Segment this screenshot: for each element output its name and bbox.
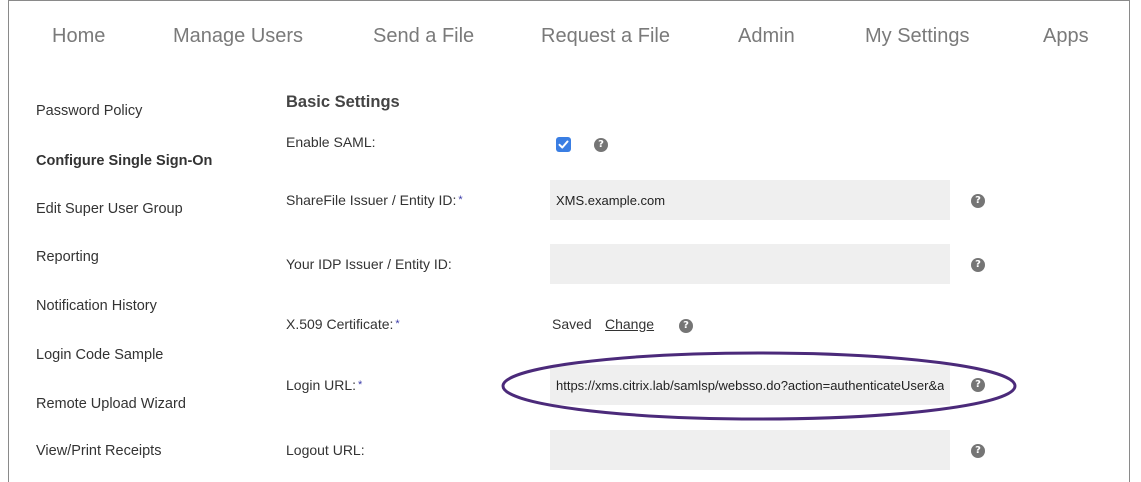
help-icon[interactable]: ? bbox=[971, 258, 985, 272]
sharefile-issuer-label: ShareFile Issuer / Entity ID: * bbox=[286, 192, 463, 208]
idp-issuer-field[interactable] bbox=[550, 244, 950, 284]
section-title: Basic Settings bbox=[286, 93, 400, 111]
certificate-change-link[interactable]: Change bbox=[605, 316, 654, 332]
app-frame: Home Manage Users Send a File Request a … bbox=[8, 0, 1130, 482]
sharefile-issuer-label-text: ShareFile Issuer / Entity ID: bbox=[286, 192, 457, 208]
login-url-label: Login URL: * bbox=[286, 377, 362, 393]
sidebar-item-view-print-receipts[interactable]: View/Print Receipts bbox=[36, 443, 161, 459]
logout-url-field[interactable] bbox=[550, 430, 950, 470]
top-navigation: Home Manage Users Send a File Request a … bbox=[9, 1, 1129, 81]
sidebar-item-reporting[interactable]: Reporting bbox=[36, 249, 99, 265]
nav-send-a-file[interactable]: Send a File bbox=[373, 25, 474, 48]
enable-saml-label: Enable SAML: bbox=[286, 134, 376, 150]
nav-my-settings[interactable]: My Settings bbox=[865, 25, 969, 48]
enable-saml-checkbox[interactable] bbox=[556, 137, 571, 152]
sidebar-item-login-code-sample[interactable]: Login Code Sample bbox=[36, 347, 163, 363]
help-icon[interactable]: ? bbox=[971, 444, 985, 458]
sidebar-item-notification-history[interactable]: Notification History bbox=[36, 298, 157, 314]
nav-request-a-file[interactable]: Request a File bbox=[541, 25, 670, 48]
nav-admin[interactable]: Admin bbox=[738, 25, 795, 48]
help-icon[interactable]: ? bbox=[971, 194, 985, 208]
nav-apps[interactable]: Apps bbox=[1043, 25, 1089, 48]
sidebar-item-edit-super-user-group[interactable]: Edit Super User Group bbox=[36, 201, 183, 217]
sidebar-item-password-policy[interactable]: Password Policy bbox=[36, 103, 142, 119]
checkmark-icon bbox=[558, 140, 569, 149]
idp-issuer-label: Your IDP Issuer / Entity ID: bbox=[286, 256, 452, 272]
sidebar-item-configure-sso[interactable]: Configure Single Sign-On bbox=[36, 153, 212, 169]
nav-manage-users[interactable]: Manage Users bbox=[173, 25, 303, 48]
certificate-label-text: X.509 Certificate: bbox=[286, 316, 394, 332]
certificate-status: Saved bbox=[552, 316, 592, 332]
login-url-field[interactable] bbox=[550, 365, 950, 405]
required-marker: * bbox=[458, 194, 463, 206]
required-marker: * bbox=[395, 318, 400, 330]
nav-home[interactable]: Home bbox=[52, 25, 105, 48]
help-icon[interactable]: ? bbox=[594, 138, 608, 152]
help-icon[interactable]: ? bbox=[679, 319, 693, 333]
logout-url-label: Logout URL: bbox=[286, 442, 365, 458]
required-marker: * bbox=[358, 379, 363, 391]
certificate-label: X.509 Certificate: * bbox=[286, 316, 400, 332]
login-url-label-text: Login URL: bbox=[286, 377, 357, 393]
help-icon[interactable]: ? bbox=[971, 378, 985, 392]
sharefile-issuer-field[interactable] bbox=[550, 180, 950, 220]
sidebar-item-remote-upload-wizard[interactable]: Remote Upload Wizard bbox=[36, 396, 186, 412]
